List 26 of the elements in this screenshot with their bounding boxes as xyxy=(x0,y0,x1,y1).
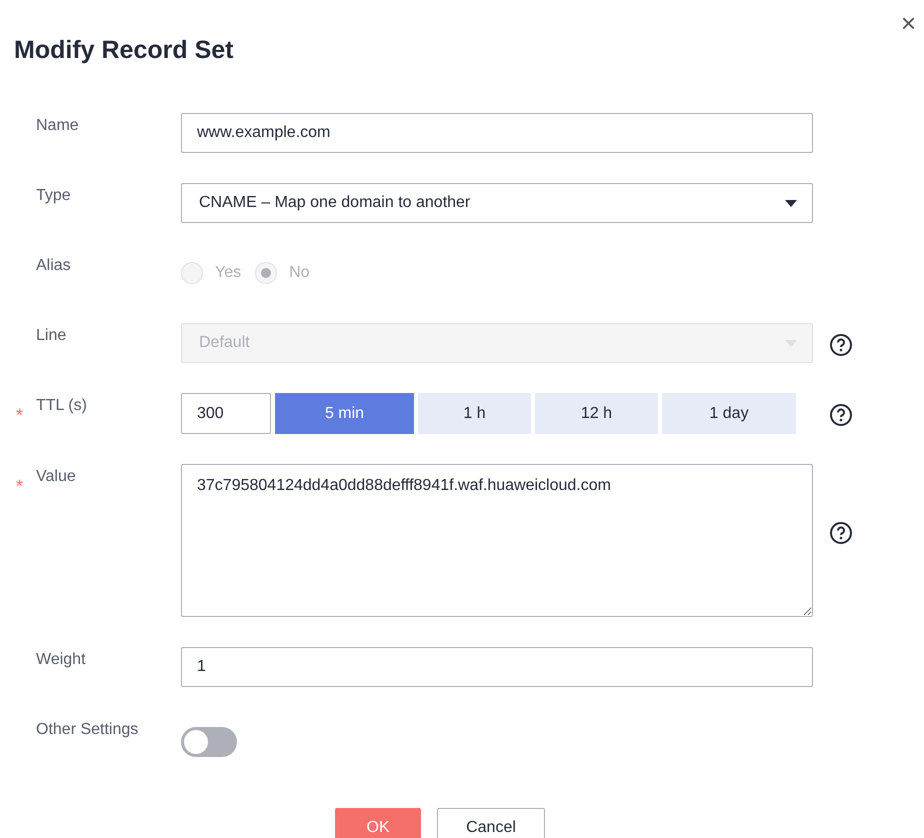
ttl-preset[interactable]: 12 h xyxy=(535,393,658,434)
ttl-field[interactable]: 300 xyxy=(181,393,271,434)
field-label: Name xyxy=(36,116,80,135)
help-icon[interactable] xyxy=(829,521,853,545)
dropdown[interactable]: CNAME – Map one domain to another xyxy=(181,183,813,223)
close-button[interactable]: × xyxy=(894,8,922,38)
field-label: Weight xyxy=(36,650,87,669)
field-label: TTL (s) xyxy=(36,396,88,415)
help-icon[interactable] xyxy=(829,403,853,427)
value-field[interactable]: 37c795804124dd4a0dd88defff8941f.waf.huaweicloud.com xyxy=(181,464,813,617)
field-label: Value xyxy=(36,467,77,486)
text-field[interactable]: 1 xyxy=(181,647,813,687)
field-label: Type xyxy=(36,186,72,205)
ttl-preset[interactable]: 1 day xyxy=(662,393,796,434)
required-mark: * xyxy=(16,475,22,497)
field-label: Line xyxy=(36,326,68,345)
ttl-preset[interactable]: 1 h xyxy=(418,393,531,434)
field-label: Other Settings xyxy=(36,720,140,739)
text-field[interactable]: www.example.com xyxy=(181,113,813,153)
dialog-title: Modify Record Set xyxy=(14,36,234,65)
required-mark: * xyxy=(16,404,22,426)
cancel-button[interactable]: Cancel xyxy=(437,808,545,838)
toggle-switch[interactable] xyxy=(181,727,237,757)
field-label: Alias xyxy=(36,256,72,275)
ttl-preset[interactable]: 5 min xyxy=(275,393,414,434)
caret-icon xyxy=(785,200,797,206)
